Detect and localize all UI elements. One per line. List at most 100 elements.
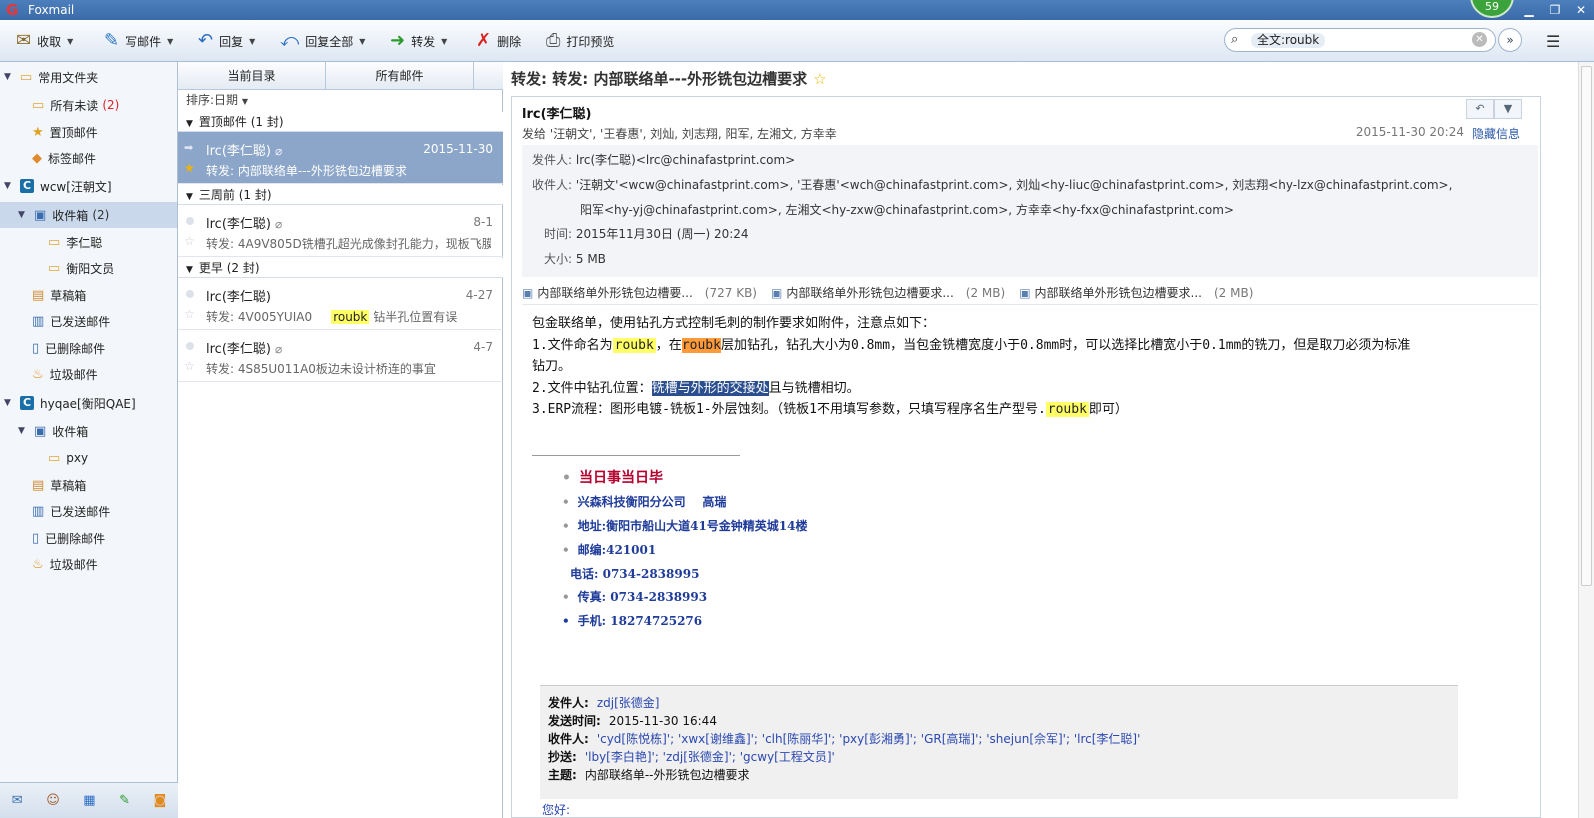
expand-arrow-icon[interactable]: ▼ — [4, 72, 16, 82]
star-icon[interactable]: ☆ — [813, 70, 826, 88]
sidebar-item-junk-hyqae[interactable]: ♨ 垃圾邮件 — [32, 551, 176, 577]
star-icon[interactable]: ☆ — [184, 307, 195, 321]
chevron-down-icon[interactable]: ▼ — [441, 37, 447, 46]
print-preview-button[interactable]: ⎙ 打印预览 — [546, 28, 614, 54]
list-item[interactable]: ☆ lrc(李仁聪) ⌀ 8-1 转发: 4A9V805D铣槽孔超光成像封孔能力，… — [178, 205, 503, 257]
attachment-bar: ▣ 内部联络单外形铣包边槽要... (727 KB) ▣ 内部联络单外形铣包边槽要求.… — [522, 281, 1538, 305]
list-item[interactable]: ☆ lrc(李仁聪) ⌀ 4-7 转发: 4S85U011A0板边未设计桥连的事宜 — [178, 330, 503, 382]
mail-module-icon[interactable]: ✉ — [12, 793, 23, 808]
recipients-summary: 发给 '汪朝文', '王春惠', 刘灿, 刘志翔, 阳军, 左湘文, 方幸幸 — [522, 127, 837, 141]
attachment-file-icon: ▣ — [522, 285, 534, 300]
attachment-item[interactable]: ▣ 内部联络单外形铣包边槽要求... (2 MB) — [771, 284, 1005, 301]
sidebar-item-sent-wcw[interactable]: ▥ 已发送邮件 — [32, 308, 176, 334]
sidebar-item-deleted-hyqae[interactable]: ▯ 已删除邮件 — [32, 525, 176, 551]
group-header-pinned[interactable]: ▼ 置顶邮件 (1 封) — [178, 112, 503, 132]
notes-module-icon[interactable]: ✎ — [119, 793, 130, 808]
to-addresses-cont[interactable]: 阳军<hy-yj@chinafastprint.com>, 左湘文<hy-zxw… — [580, 201, 1234, 218]
close-icon[interactable]: ✕ — [1568, 0, 1594, 20]
from-address[interactable]: lrc(李仁聪)<lrc@chinafastprint.com> — [576, 153, 795, 167]
reply-all-button[interactable]: ⤺ 回复全部 ▼ — [280, 28, 365, 54]
chevron-down-icon[interactable]: ▼ — [167, 37, 173, 46]
list-item[interactable]: ☆ lrc(李仁聪) 4-27 转发: 4V005YUIA0 roubk 钻半孔… — [178, 278, 503, 330]
sidebar-item-drafts-wcw[interactable]: ▤ 草稿箱 — [32, 282, 176, 308]
clear-search-icon[interactable]: ✕ — [1472, 32, 1487, 47]
read-status-icon — [186, 217, 194, 225]
star-icon[interactable]: ☆ — [184, 234, 195, 248]
tab-all-mail[interactable]: 所有邮件 — [326, 62, 474, 89]
expand-arrow-icon[interactable]: ▼ — [18, 426, 30, 436]
sidebar-item-pxy[interactable]: ▭ pxy — [48, 445, 176, 471]
mail-card: lrc(李仁聪) 发给 '汪朝文', '王春惠', 刘灿, 刘志翔, 阳军, 左… — [511, 96, 1541, 818]
sidebar-item-junk-wcw[interactable]: ♨ 垃圾邮件 — [32, 361, 176, 387]
search-input[interactable]: ⌕ 全文:roubk ✕ — [1224, 28, 1496, 52]
quoted-recipients[interactable]: 'cyd[陈悦栋]'; 'xwx[谢维鑫]'; 'clh[陈丽华]'; 'pxy… — [597, 732, 1141, 746]
quick-reply-icon[interactable]: ↶ — [1466, 99, 1494, 119]
hide-info-link[interactable]: 隐藏信息 — [1472, 125, 1520, 142]
star-icon[interactable]: ★ — [184, 161, 195, 175]
sidebar-item-sent-hyqae[interactable]: ▥ 已发送邮件 — [32, 498, 176, 524]
tag-icon: ◆ — [32, 150, 42, 166]
sidebar-item-inbox-hyqae[interactable]: ▼ ▣ 收件箱 — [18, 418, 176, 444]
sidebar-item-lirencong[interactable]: ▭ 李仁聪 — [48, 229, 176, 255]
signature-company: • 兴森科技衡阳分公司 高瑞 — [562, 495, 727, 509]
star-icon: ★ — [32, 124, 44, 140]
to-addresses[interactable]: '汪朝文'<wcw@chinafastprint.com>, '王春惠'<wch… — [576, 178, 1453, 192]
pen-icon: ✎ — [104, 30, 120, 51]
user-badge[interactable]: 59 — [1470, 0, 1514, 18]
search-query-chip[interactable]: 全文:roubk — [1251, 33, 1326, 48]
main-menu-icon[interactable]: ☰ — [1546, 32, 1560, 51]
compose-button[interactable]: ✎ 写邮件 ▼ — [104, 28, 173, 54]
app-title: Foxmail — [28, 3, 75, 17]
quick-actions: ↶ ▼ — [1466, 99, 1522, 119]
sidebar-item-all-unread[interactable]: ▭ 所有未读 (2) — [32, 92, 176, 118]
restore-icon[interactable]: ❐ — [1542, 0, 1568, 20]
sidebar-account-hyqae[interactable]: ▼ Chyqae[衡阳QAE] — [4, 390, 176, 416]
contacts-module-icon[interactable]: ☺ — [46, 793, 60, 808]
minimize-icon[interactable]: ▁ — [1516, 0, 1542, 20]
account-icon: C — [20, 396, 34, 410]
reading-pane-scrollbar[interactable] — [1578, 62, 1594, 818]
tab-current-folder[interactable]: 当前目录 — [178, 62, 326, 89]
delete-button[interactable]: ✗ 删除 — [476, 28, 521, 54]
sort-selector[interactable]: 排序:日期 ▼ — [178, 90, 503, 110]
quoted-sender[interactable]: zdj[张德金] — [597, 696, 660, 710]
quoted-cc[interactable]: 'lby[李白艳]'; 'zdj[张德金]'; 'gcwy[工程文员]' — [585, 750, 835, 764]
scrollbar-thumb[interactable] — [1581, 66, 1592, 586]
attachment-file-icon: ▣ — [770, 285, 783, 300]
more-actions-icon[interactable]: ▼ — [1494, 99, 1522, 119]
expand-arrow-icon[interactable]: ▼ — [4, 398, 16, 408]
signature-motto: • 当日事当日毕 — [562, 470, 663, 486]
sidebar-item-deleted-wcw[interactable]: ▯ 已删除邮件 — [32, 335, 176, 361]
sidebar-item-pinned[interactable]: ★ 置顶邮件 — [32, 119, 176, 145]
sender-name[interactable]: lrc(李仁聪) — [522, 103, 591, 122]
sidebar-common-folders[interactable]: ▼ ▭ 常用文件夹 — [4, 64, 176, 90]
group-header-earlier[interactable]: ▼ 更早 (2 封) — [178, 258, 503, 278]
list-item[interactable]: ➡ ★ lrc(李仁聪) ⌀ 2015-11-30 转发: 内部联络单---外形铣… — [178, 132, 503, 184]
sidebar-item-hengyang-clerk[interactable]: ▭ 衡阳文员 — [48, 255, 176, 281]
inbox-tray-icon: ✉ — [16, 30, 32, 51]
receive-button[interactable]: ✉ 收取 ▼ — [16, 28, 73, 54]
chevron-down-icon[interactable]: ▼ — [67, 37, 73, 46]
chevron-down-icon[interactable]: ▼ — [359, 37, 365, 46]
group-header-three-weeks[interactable]: ▼ 三周前 (1 封) — [178, 185, 503, 205]
expand-arrow-icon[interactable]: ▼ — [4, 181, 16, 191]
expand-arrow-icon[interactable]: ▼ — [18, 210, 30, 220]
chevron-down-icon: ▼ — [241, 97, 249, 106]
mail-date: 2015-11-30 20:24 — [1355, 125, 1464, 139]
search-options-icon[interactable]: » — [1498, 28, 1522, 52]
sidebar-item-tagged[interactable]: ◆ 标签邮件 — [32, 145, 176, 171]
reply-button[interactable]: ↶ 回复 ▼ — [198, 28, 255, 54]
forwarded-icon: ➡ — [184, 141, 194, 154]
rss-module-icon[interactable]: ◙ — [154, 793, 167, 808]
collapse-arrow-icon: ▼ — [186, 192, 193, 202]
sidebar-item-inbox-wcw[interactable]: ▼ ▣ 收件箱 (2) — [0, 202, 177, 228]
chevron-down-icon[interactable]: ▼ — [249, 37, 255, 46]
attachment-icon: ⌀ — [274, 144, 283, 158]
attachment-item[interactable]: ▣ 内部联络单外形铣包边槽要... (727 KB) — [522, 284, 757, 301]
forward-button[interactable]: ➜ 转发 ▼ — [390, 28, 447, 54]
star-icon[interactable]: ☆ — [184, 359, 195, 373]
calendar-module-icon[interactable]: ▦ — [83, 793, 95, 808]
sidebar-item-drafts-hyqae[interactable]: ▤ 草稿箱 — [32, 472, 176, 498]
sidebar-account-wcw[interactable]: ▼ Cwcw[汪朝文] — [4, 173, 176, 199]
attachment-item[interactable]: ▣ 内部联络单外形铣包边槽要求... (2 MB) — [1019, 284, 1253, 301]
